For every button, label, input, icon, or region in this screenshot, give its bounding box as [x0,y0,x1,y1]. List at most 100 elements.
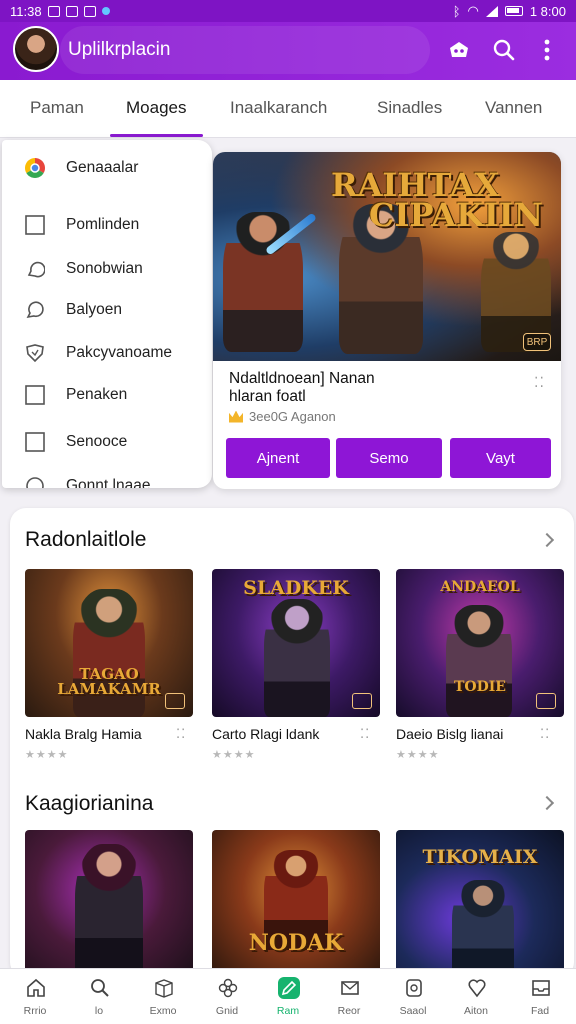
more-dots-icon[interactable]: ⁚⁚ [176,726,186,742]
content-panel: Radonlaitlole TAGAO LAMAKAMR SLADKEK ANDA… [10,508,574,978]
tab-vannen[interactable]: Vannen [485,98,542,118]
tab-bar: Paman Moages Inaalkaranch Sinadles Vanne… [0,80,576,138]
device-icon [403,977,425,999]
menu-item-sonobwian[interactable]: Sonobwian [2,249,212,289]
character-figure [452,880,514,978]
signal-icon [485,5,498,17]
search-icon[interactable] [490,36,518,64]
game-card-art[interactable]: NODAK [212,830,380,978]
crown-icon [229,410,243,423]
menu-item-penaken[interactable]: Penaken [2,375,212,415]
tab-moages[interactable]: Moages [126,98,186,118]
menu-item-pakcyvanoame[interactable]: Pakcyvanoame [2,333,212,373]
menu-label: Genaaalar [66,159,139,176]
art-badge: BRP [523,333,551,351]
dot-icon [101,7,110,15]
nav-item-gnid[interactable]: Gnid [195,969,259,1024]
more-dots-icon[interactable]: ⁚⁚ [360,726,370,742]
ajnent-button[interactable]: Ajnent [226,438,330,478]
chat-bubble-icon [24,299,46,321]
game-card-art[interactable] [25,830,193,978]
nav-item-rrrio[interactable]: Rrrio [3,969,67,1024]
square-icon [24,214,46,236]
app-bar: Uplilkrplacin [0,22,576,80]
featured-art-logo: RAIHTAX CIPAKIIN [331,166,543,234]
game-logo: NODAK [248,930,344,956]
game-card-art[interactable]: ANDAEOL TODIE [396,569,564,717]
semo-button[interactable]: Semo [336,438,442,478]
chevron-right-icon[interactable] [539,532,555,548]
tab-sinadles[interactable]: Sinadles [377,98,442,118]
character-figure [75,844,143,978]
status-time: 11:38 [10,3,42,19]
rating-stars: ★★★★ [396,749,440,761]
inbox-icon [530,977,552,999]
tab-paman[interactable]: Paman [30,98,84,118]
menu-label: Pakcyvanoame [66,344,172,361]
nav-label: Fad [530,1005,550,1017]
nav-item-lo[interactable]: lo [67,969,131,1024]
box-icon [153,977,175,999]
nav-item-aiton[interactable]: Aiton [444,969,508,1024]
mail-icon [339,977,361,999]
square-icon [24,431,46,453]
character-figure [446,605,512,717]
home-icon [25,977,47,999]
game-card-art[interactable]: SLADKEK [212,569,380,717]
menu-item-senooce[interactable]: Senooce [2,422,212,462]
gallery-icon [65,5,78,17]
status-bar: 11:38 ᛒ ◠ 1 8:00 [0,0,576,22]
rating-stars: ★★★★ [25,749,69,761]
section-title: Kaagiorianina [25,792,154,815]
menu-item-pomlinden[interactable]: Pomlinden [2,205,212,245]
more-vertical-icon[interactable] [533,36,561,64]
square-icon [24,384,46,406]
vayt-button[interactable]: Vayt [450,438,551,478]
more-dots-icon[interactable]: ⁚⁚ [534,374,545,391]
controller-icon[interactable] [445,36,473,64]
menu-label: Gonnt lnaae [66,477,151,488]
avatar[interactable] [13,26,59,72]
featured-title: Ndaltldnoean] Nanan hlaran foatl [229,370,375,405]
menu-label: Penaken [66,386,128,403]
active-tab-indicator [110,134,203,137]
nav-label: lo [94,1005,104,1017]
chat-icon [24,258,46,280]
chevron-right-icon[interactable] [539,795,555,811]
menu-item-balyoen[interactable]: Balyoen [2,290,212,330]
search-icon [89,977,111,999]
game-card-art[interactable]: TAGAO LAMAKAMR [25,569,193,717]
game-title[interactable]: Daeio Bislg lianai [396,726,503,742]
game-card-art[interactable]: TIKOMAIX [396,830,564,978]
rating-stars: ★★★★ [212,749,256,761]
menu-item-gonnt[interactable]: Gonnt lnaae [2,466,212,488]
nav-item-exmo[interactable]: Exmo [131,969,195,1024]
featured-game-card[interactable]: RAIHTAX CIPAKIIN BRP Ndaltldnoean] Nanan… [213,152,561,489]
game-title[interactable]: Carto Rlagi ldank [212,726,319,742]
featured-game-art[interactable]: RAIHTAX CIPAKIIN BRP [213,152,561,361]
menu-item-genaaalar[interactable]: Genaaalar [2,148,212,188]
more-dots-icon[interactable]: ⁚⁚ [540,726,550,742]
game-logo: SLADKEK [243,577,349,599]
section-title: Radonlaitlole [25,528,147,551]
wifi-icon: ◠ [467,3,479,18]
badge-icon [165,693,185,709]
chrome-icon [24,157,46,179]
nav-item-saaol[interactable]: Saaol [381,969,445,1024]
nav-item-reor[interactable]: Reor [317,969,381,1024]
badge-icon [352,693,372,709]
nav-label: Rrrio [23,1005,47,1017]
nav-label: Gnid [215,1005,239,1017]
nav-item-ram[interactable]: Ram [256,969,320,1024]
game-logo: ANDAEOL [440,579,520,595]
menu-label: Balyoen [66,301,123,318]
tab-inaalkaranch[interactable]: Inaalkaranch [230,98,327,118]
nav-label: Saaol [399,1005,427,1017]
menu-label: Pomlinden [66,216,140,233]
menu-label: Senooce [66,433,128,450]
notification-icon [47,5,60,17]
nav-item-fad[interactable]: Fad [508,969,572,1024]
menu-label: Sonobwian [66,260,143,277]
nav-label: Aiton [464,1005,488,1017]
game-title[interactable]: Nakla Bralg Hamia [25,726,142,742]
